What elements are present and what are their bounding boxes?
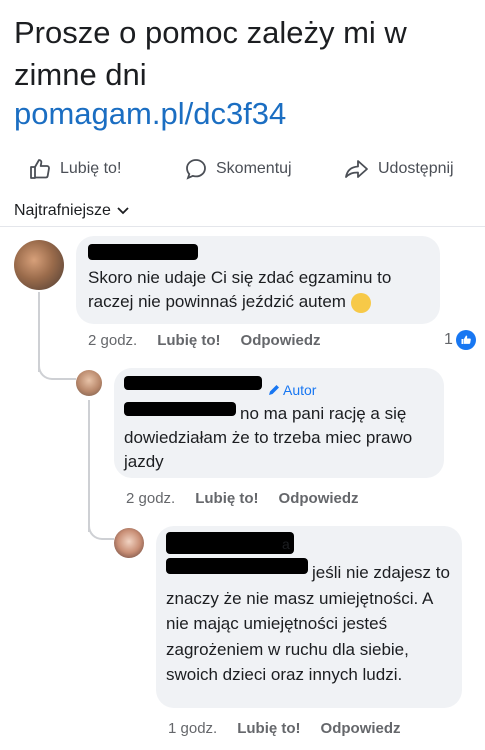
comment-time: 2 godz.: [126, 490, 176, 507]
pencil-icon: [269, 385, 279, 395]
comment-meta: 2 godz. Lubię to! Odpowiedz: [88, 332, 341, 349]
comment-meta: 1 godz. Lubię to! Odpowiedz: [168, 720, 421, 737]
divider: [0, 226, 485, 227]
comment-reply-link[interactable]: Odpowiedz: [321, 720, 401, 737]
comment-like-link[interactable]: Lubię to!: [195, 490, 258, 507]
comment-text: jeśli nie zdajesz to znaczy że nie masz …: [166, 563, 450, 684]
commenter-name-fragment: a: [282, 536, 290, 552]
avatar[interactable]: [14, 240, 64, 290]
comment-sort-dropdown[interactable]: Najtrafniejsze: [14, 202, 129, 220]
reaction-count: 1: [444, 331, 453, 348]
thinking-face-emoji-icon: [350, 292, 371, 313]
like-reaction-icon: [455, 330, 476, 350]
comment-reply-link[interactable]: Odpowiedz: [279, 490, 359, 507]
thread-connector: [88, 500, 114, 540]
post-title: Prosze o pomoc zależy mi w zimne dni: [14, 15, 407, 92]
post-actions-bar: Lubię to! Skomentuj Udostępnij: [0, 152, 485, 186]
avatar[interactable]: [76, 370, 102, 396]
like-button[interactable]: Lubię to!: [28, 152, 121, 186]
reaction-summary[interactable]: 1: [444, 330, 476, 350]
author-badge: Autor: [268, 382, 316, 398]
sort-label: Najtrafniejsze: [14, 202, 111, 219]
comment-reply-link[interactable]: Odpowiedz: [241, 332, 321, 349]
comment-meta: 2 godz. Lubię to! Odpowiedz: [126, 490, 379, 507]
share-button-label: Udostępnij: [378, 160, 454, 177]
avatar[interactable]: [114, 528, 144, 558]
share-arrow-icon: [345, 160, 368, 178]
like-button-label: Lubię to!: [60, 160, 122, 177]
comment-button-label: Skomentuj: [216, 160, 292, 177]
thread-connector: [38, 340, 76, 380]
comment-like-link[interactable]: Lubię to!: [237, 720, 300, 737]
share-button[interactable]: Udostępnij: [344, 152, 454, 186]
comment-like-link[interactable]: Lubię to!: [157, 332, 220, 349]
redacted-name: [88, 244, 198, 260]
redacted-name: [166, 532, 294, 554]
post-link[interactable]: pomagam.pl/dc3f34: [14, 94, 286, 134]
comment-bubble-icon: [186, 159, 206, 180]
comment-time: 2 godz.: [88, 332, 138, 349]
thumbs-up-icon: [30, 159, 50, 179]
comment-text: no ma pani rację a się dowiedziałam że t…: [124, 404, 413, 471]
chevron-down-icon: [117, 207, 129, 215]
comment-text: Skoro nie udaje Ci się zdać egzaminu to …: [88, 268, 392, 313]
comment-time: 1 godz.: [168, 720, 218, 737]
redacted-name: [124, 376, 262, 390]
comment-button[interactable]: Skomentuj: [184, 152, 292, 186]
